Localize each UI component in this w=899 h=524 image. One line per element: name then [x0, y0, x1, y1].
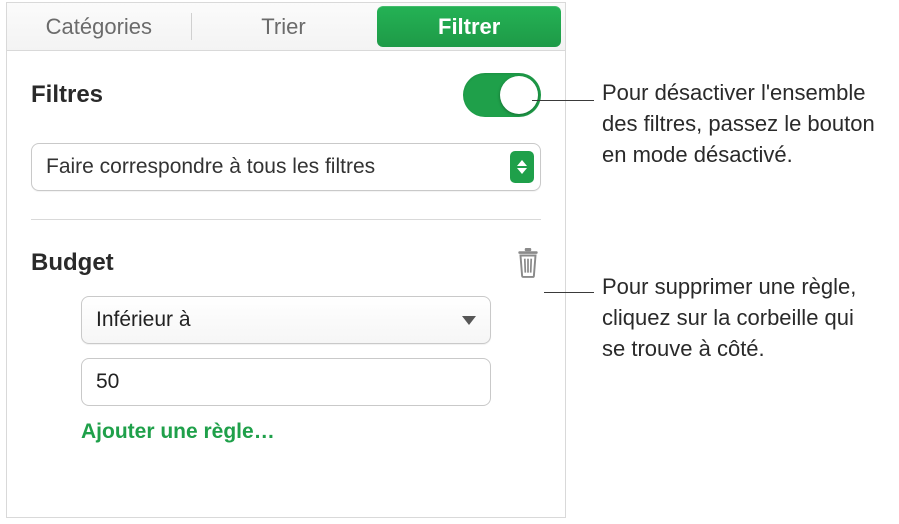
popup-stepper-icon — [510, 151, 534, 183]
tab-bar: Catégories Trier Filtrer — [7, 3, 565, 51]
tab-sort[interactable]: Trier — [192, 3, 376, 50]
match-mode-label: Faire correspondre à tous les filtres — [46, 155, 375, 179]
filters-header: Filtres — [31, 73, 541, 117]
toggle-knob — [500, 76, 538, 114]
callout-leader — [544, 292, 594, 293]
rule-body: Inférieur à Ajouter une règle… — [7, 278, 565, 444]
operator-select[interactable]: Inférieur à — [81, 296, 491, 344]
filter-panel: Catégories Trier Filtrer Filtres Faire c… — [6, 2, 566, 518]
rule-column-label: Budget — [31, 249, 114, 277]
value-input[interactable] — [81, 358, 491, 406]
filters-toggle[interactable] — [463, 73, 541, 117]
section-divider — [31, 219, 541, 220]
trash-icon[interactable] — [515, 248, 541, 278]
callout-delete: Pour supprimer une règle, cliquez sur la… — [602, 272, 882, 364]
filters-section: Filtres Faire correspondre à tous les fi… — [7, 51, 565, 248]
tab-label: Catégories — [46, 14, 152, 40]
tab-filter[interactable]: Filtrer — [377, 6, 561, 47]
tab-label: Filtrer — [438, 14, 500, 40]
callout-toggle: Pour désactiver l'ensemble des filtres, … — [602, 78, 882, 170]
match-mode-popup[interactable]: Faire correspondre à tous les filtres — [31, 143, 541, 191]
rule-header: Budget — [7, 248, 565, 278]
filters-title: Filtres — [31, 81, 103, 109]
chevron-down-icon — [462, 316, 476, 325]
tab-label: Trier — [261, 14, 305, 40]
tab-categories[interactable]: Catégories — [7, 3, 191, 50]
callout-leader — [532, 100, 594, 101]
operator-label: Inférieur à — [96, 308, 191, 332]
add-rule-link[interactable]: Ajouter une règle… — [81, 420, 491, 444]
